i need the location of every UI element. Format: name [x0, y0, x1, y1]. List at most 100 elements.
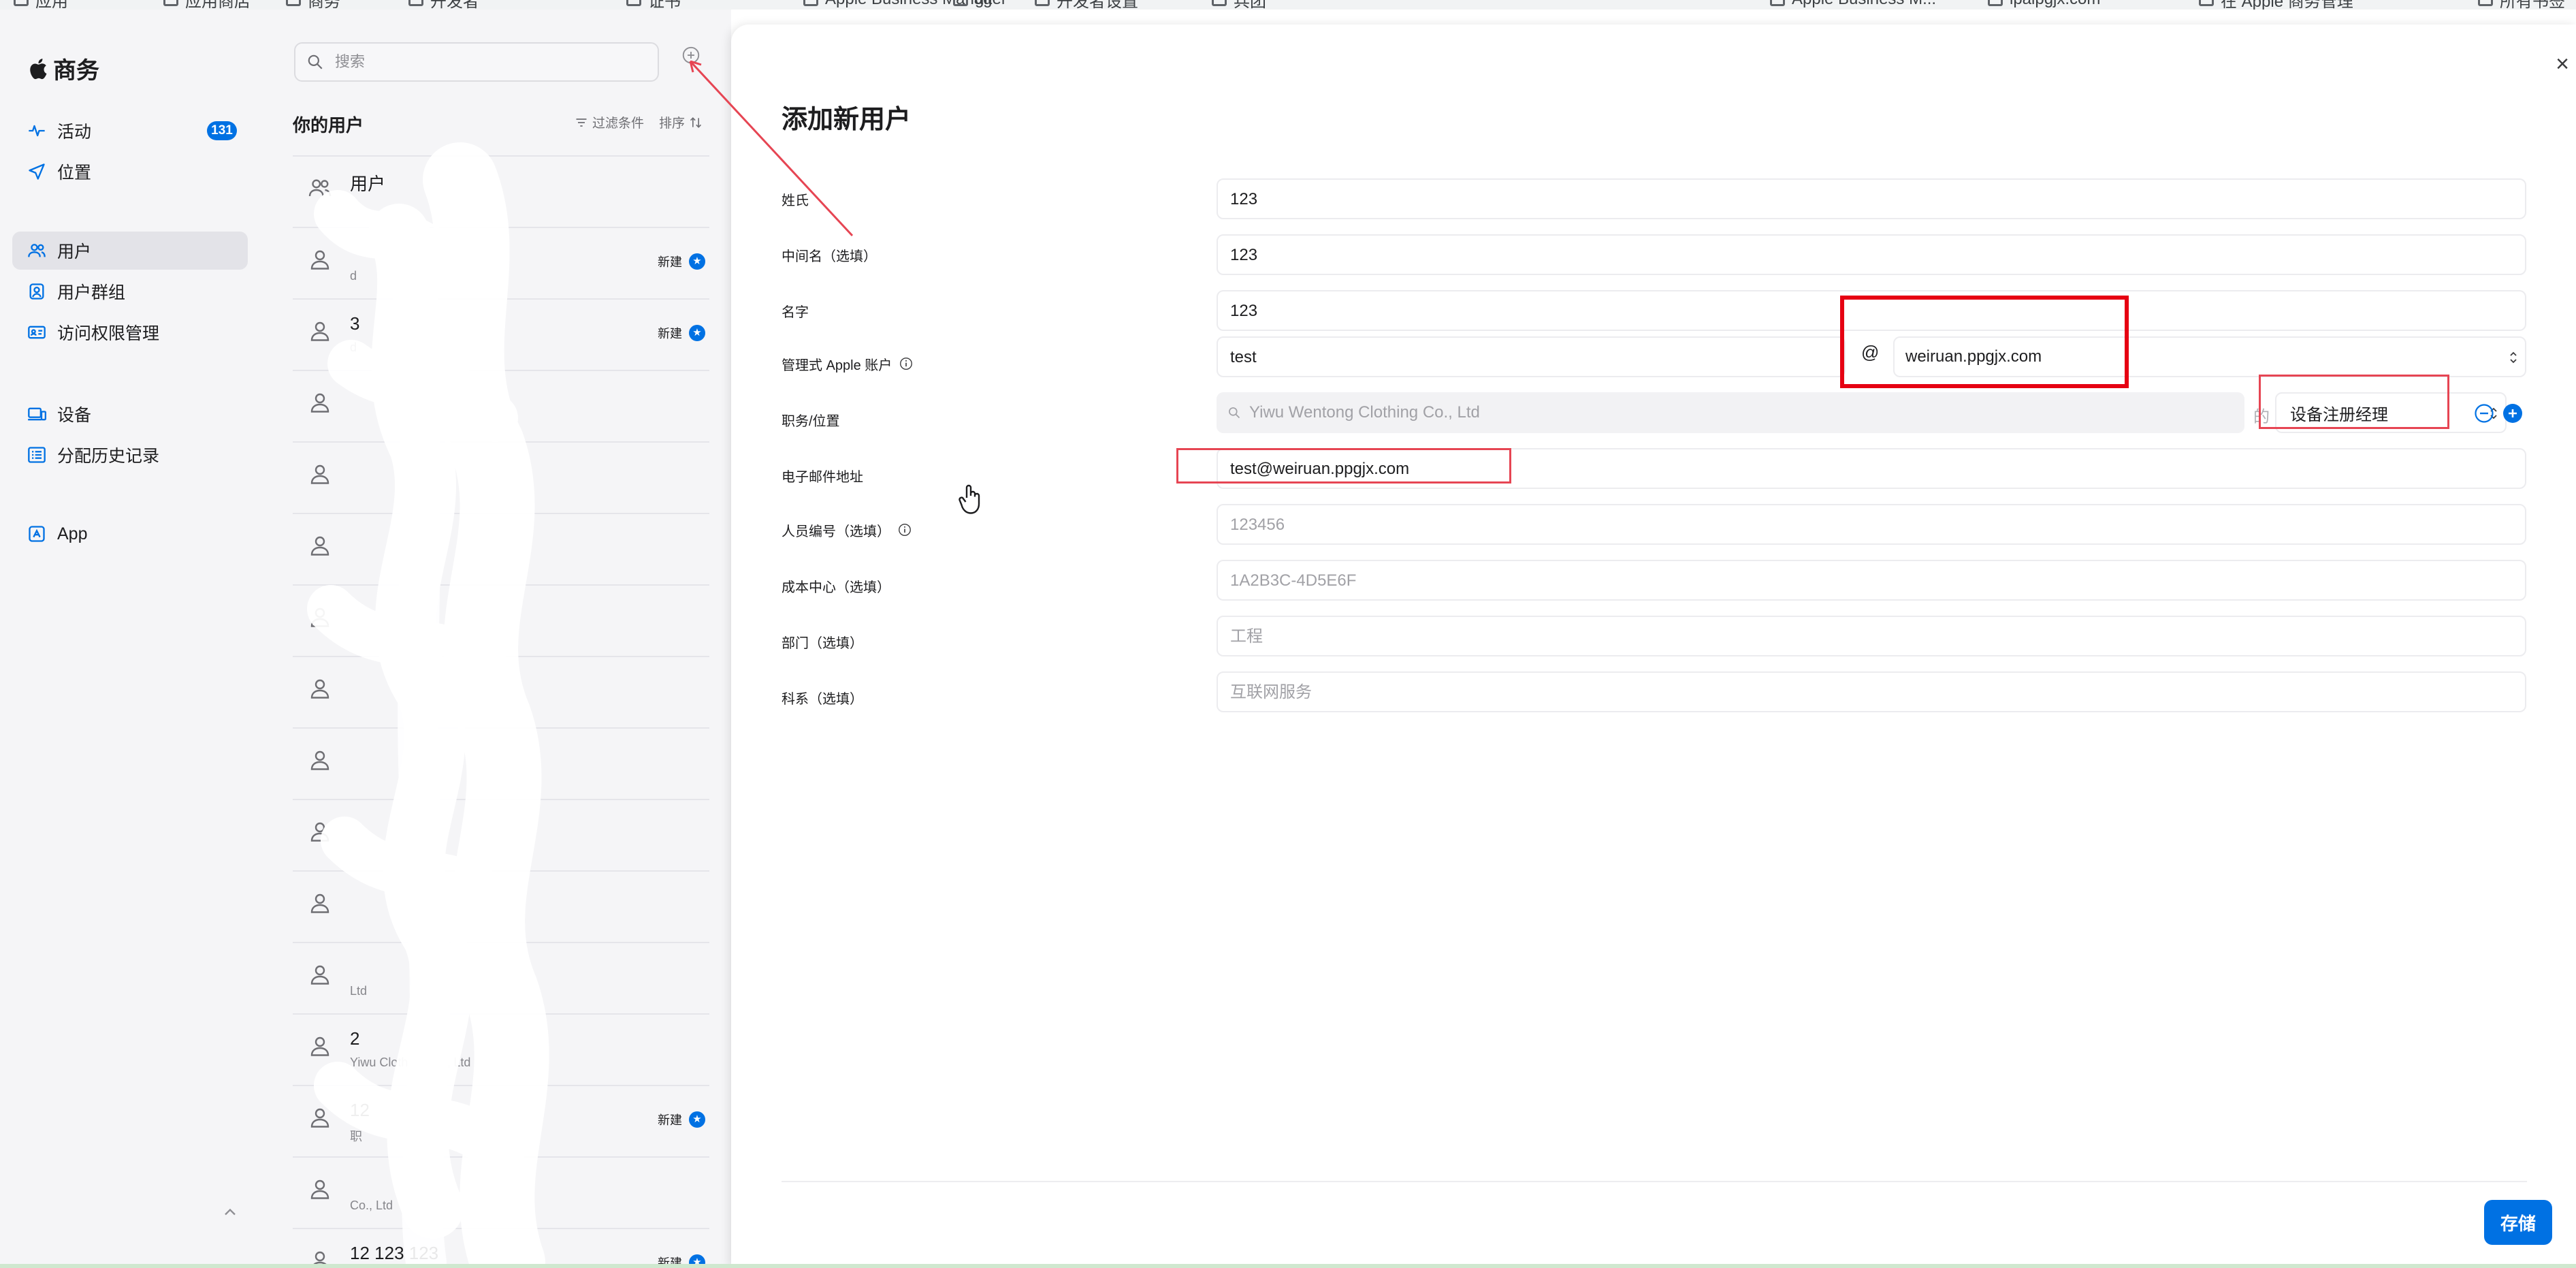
first-name-input[interactable] [1229, 291, 2511, 331]
list-item[interactable] [293, 727, 709, 795]
bookmark-all[interactable]: 所有书签 [2478, 0, 2565, 10]
sort-label: 排序 [659, 116, 686, 131]
add-role-button[interactable] [2502, 403, 2523, 424]
list-item[interactable]: 3 d 新建 [293, 298, 709, 366]
sidebar-item-label: 用户群组 [57, 283, 126, 302]
page-title: 添加新用户 [782, 106, 912, 134]
list-item[interactable] [293, 441, 709, 509]
bookmark-bingtuan[interactable]: 兵团 [1212, 0, 1266, 10]
department-field[interactable] [1217, 616, 2526, 656]
list-item[interactable] [293, 584, 709, 652]
sidebar-item-app[interactable]: App [12, 515, 248, 553]
bookmark-app-store[interactable]: 应用商店 [163, 0, 251, 10]
list-item[interactable] [293, 799, 709, 867]
list-item-title: 3 [350, 313, 360, 334]
division-input[interactable] [1229, 673, 2511, 712]
managed-account-label: 管理式 Apple 账户 [782, 350, 914, 377]
middle-name-field[interactable] [1217, 234, 2526, 275]
apple-icon [2199, 0, 2214, 6]
info-icon[interactable] [899, 356, 914, 371]
users-icon [27, 241, 46, 260]
sort-icon [690, 116, 702, 128]
list-actions: 过滤条件 排序 [575, 113, 703, 131]
bookmark-business[interactable]: 商务 [286, 0, 340, 10]
department-input[interactable] [1229, 617, 2511, 656]
bookmark-apps[interactable]: 应用 [14, 0, 68, 10]
first-name-field[interactable] [1217, 290, 2526, 331]
cost-center-input[interactable] [1229, 561, 2511, 601]
add-user-icon[interactable] [681, 45, 701, 65]
sidebar-item-label: App [57, 524, 88, 543]
bookmark-ppgjx[interactable]: ipaipgjx.com [1988, 0, 2100, 8]
last-name-field[interactable] [1217, 178, 2526, 219]
list-item[interactable]: d 新建 [293, 227, 709, 295]
bookmark-git[interactable]: git [953, 0, 992, 8]
bookmark-certificates[interactable]: 证书 [626, 0, 681, 10]
person-icon [310, 1108, 329, 1128]
remove-role-button[interactable] [2474, 403, 2494, 424]
new-badge-label: 新建 [658, 327, 682, 340]
middle-name-label: 中间名（选填） [782, 249, 877, 264]
person-icon [310, 321, 329, 341]
sidebar-item-location[interactable]: 位置 [12, 153, 248, 191]
company-search-field[interactable] [1217, 392, 2244, 433]
apps-icon [14, 0, 29, 6]
managed-account-input[interactable] [1229, 338, 1831, 377]
sidebar-item-user-groups[interactable]: 用户群组 [12, 272, 248, 311]
search-input[interactable] [334, 52, 636, 72]
sidebar-item-devices[interactable]: 设备 [12, 395, 248, 433]
bookmark-developer[interactable]: 开发者 [408, 0, 479, 10]
filter-button[interactable]: 过滤条件 [575, 113, 644, 131]
list-item[interactable] [293, 870, 709, 938]
list-item[interactable]: 用户 [293, 155, 709, 223]
new-badge-label: 新建 [658, 255, 682, 269]
footer-divider [782, 1181, 2527, 1182]
employee-id-input[interactable] [1229, 505, 2511, 545]
list-item[interactable]: 12 职 新建 [293, 1085, 709, 1153]
bookmark-abm-2[interactable]: Apple Business M... [1770, 0, 1936, 8]
brand-name: 商务 [53, 58, 99, 84]
activity-count-badge: 131 [207, 121, 237, 140]
division-field[interactable] [1217, 671, 2526, 712]
bookmark-apple-business[interactable]: 在 Apple 商务管理 [2199, 0, 2353, 10]
info-icon[interactable] [897, 522, 912, 537]
list-item[interactable] [293, 513, 709, 581]
list-item[interactable] [293, 656, 709, 724]
domain-select[interactable]: weiruan.ppgjx.com [1893, 336, 2526, 377]
bookmark-dev-settings[interactable]: 开发者设置 [1035, 0, 1138, 10]
middle-name-input[interactable] [1229, 236, 2511, 275]
role-select[interactable]: 设备注册经理 [2275, 392, 2507, 433]
company-search-input[interactable] [1248, 402, 2231, 423]
list-item[interactable]: Ltd [293, 942, 709, 1010]
employee-id-field[interactable] [1217, 504, 2526, 545]
list-item-title: 用户 [350, 174, 386, 194]
sidebar-item-activity[interactable]: 活动 131 [12, 112, 248, 150]
chevron-up-icon[interactable] [221, 1203, 240, 1222]
list-item[interactable]: 12 123 123 新建 [293, 1228, 709, 1268]
close-icon[interactable]: × [2550, 51, 2575, 77]
save-button[interactable]: 存储 [2484, 1200, 2552, 1245]
email-field[interactable] [1217, 448, 2526, 489]
person-icon [310, 464, 329, 484]
bookmark-icon [1212, 0, 1227, 6]
list-item[interactable] [293, 370, 709, 438]
sidebar-item-assignment-history[interactable]: 分配历史记录 [12, 436, 248, 474]
brand-logo[interactable]: 商务 [27, 52, 99, 85]
star-badge-icon [689, 325, 705, 341]
search-field[interactable] [294, 42, 659, 82]
list-item[interactable]: 2 Yiwu Clothing Co., Ltd [293, 1013, 709, 1081]
last-name-input[interactable] [1229, 180, 2511, 219]
cost-center-field[interactable] [1217, 560, 2526, 601]
list-item[interactable]: Co., Ltd [293, 1156, 709, 1224]
role-value: 设备注册经理 [2290, 405, 2388, 424]
email-input[interactable] [1229, 449, 2511, 489]
sidebar-item-label: 用户 [57, 242, 92, 261]
sidebar-item-access-management[interactable]: 访问权限管理 [12, 313, 248, 351]
sort-button[interactable]: 排序 [659, 113, 703, 131]
person-icon [310, 1179, 329, 1199]
sidebar-item-users[interactable]: 用户 [12, 232, 248, 270]
managed-account-field[interactable] [1217, 336, 1846, 377]
at-sign: @ [1861, 342, 1880, 362]
user-group-icon [27, 282, 46, 301]
person-icon [310, 607, 329, 627]
